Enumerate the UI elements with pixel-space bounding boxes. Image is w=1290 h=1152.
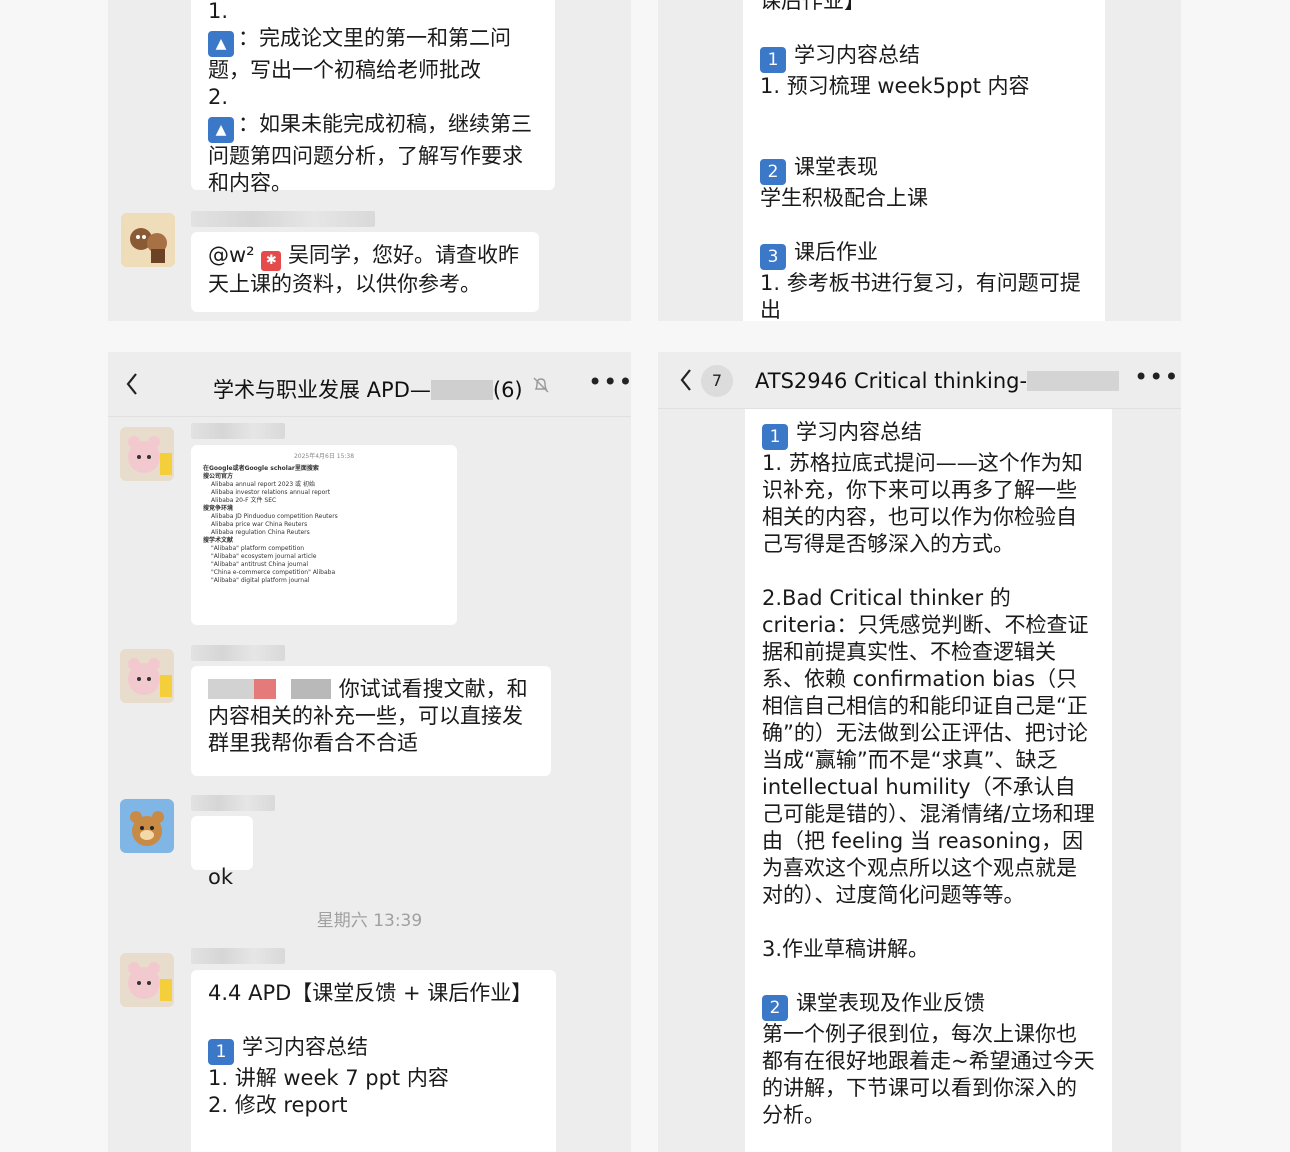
avatar[interactable]: [120, 649, 174, 703]
doc-date: 2025年4月6日 15:38: [293, 453, 355, 460]
unread-count-badge: 7: [701, 365, 733, 397]
assignment-line-1: ▲ ：完成论文里的第一和第二问题，写出一个初稿给老师批改: [208, 26, 511, 82]
doc-item: Alibaba JD Pinduoduo competition Reuters: [211, 513, 338, 520]
title-redacted: [430, 380, 493, 400]
paragraph-criteria: 2.Bad Critical thinker 的 criteria：只凭感觉判断…: [762, 586, 1095, 907]
doc-section-1: 搜公司官方: [203, 473, 234, 480]
doc-item: Alibaba investor relations annual report: [211, 489, 331, 496]
section-2-body: 学生积极配合上课: [760, 186, 928, 210]
keycap-2-icon: 2: [762, 995, 788, 1021]
section-1-title: 1 学习内容总结: [762, 419, 1095, 450]
doc-item: Alibaba annual report 2023 或 初始: [211, 481, 315, 488]
bottom-left-chat-panel: 学术与职业发展 APD— (6) ••• 2025年4月6日 15:38 在Goo…: [108, 352, 631, 1152]
keycap-2-icon: 2: [760, 159, 786, 185]
back-chevron-icon[interactable]: [124, 370, 140, 402]
section-1-title: 1 学习内容总结: [760, 42, 1088, 73]
avatar[interactable]: [120, 799, 174, 853]
sender-name-redacted: [191, 948, 285, 964]
doc-section-2: 搜竞争环境: [203, 505, 234, 512]
back-chevron-icon[interactable]: [678, 366, 694, 398]
section-1-line-2: 2. 修改 report: [208, 1093, 348, 1117]
mention-redacted-red: [254, 679, 276, 699]
more-options-icon[interactable]: •••: [588, 368, 631, 396]
mention-redacted: [208, 679, 254, 699]
more-options-icon[interactable]: •••: [1134, 363, 1179, 391]
feedback-head: 4.4 APD【课堂反馈 + 课后作业】: [208, 981, 533, 1005]
section-2-title: 2 课堂表现及作业反馈: [762, 990, 1095, 1021]
document-image[interactable]: 2025年4月6日 15:38 在Google或者Google scholar里…: [191, 445, 457, 625]
keycap-3-icon: 3: [760, 244, 786, 270]
message-bubble-apd-feedback[interactable]: 4.4 APD【课堂反馈 + 课后作业】 1 学习内容总结 1. 讲解 week …: [191, 970, 556, 1152]
avatar-illustration: [120, 649, 174, 703]
section-1-body: 1. 预习梳理 week5ppt 内容: [760, 74, 1030, 98]
timestamp: 星期六 13:39: [316, 911, 423, 931]
section-1-title: 1 学习内容总结: [208, 1034, 539, 1065]
bottom-right-chat-panel: 7 ATS2946 Critical thinking- ••• 1 学习内容总结…: [658, 352, 1181, 1152]
section-2-body: 第一个例子很到位，每次上课你也都有在很好地跟着走~希望通过今天的讲解，下节课可以…: [762, 1022, 1095, 1127]
keycap-1-icon: 1: [760, 47, 786, 73]
avatar-illustration: [121, 213, 175, 267]
message-bubble-critical-thinking[interactable]: 1 学习内容总结 1. 苏格拉底式提问——这个作为知识补充，你下来可以再多了解一些…: [745, 409, 1112, 1152]
paragraph-draft: 3.作业草稿讲解。: [762, 937, 930, 961]
mention-text: @w²: [208, 243, 255, 267]
feedback-head: 课后作业】: [760, 0, 865, 13]
doc-item: "China e-commerce competition" Alibaba: [211, 569, 336, 576]
chat-header: 学术与职业发展 APD— (6) •••: [108, 352, 631, 417]
top-right-chat-panel: 课后作业】 1 学习内容总结 1. 预习梳理 week5ppt 内容 2 课堂表现 …: [658, 0, 1181, 321]
section-3-title: 3 课后作业: [760, 239, 1088, 270]
avatar[interactable]: [120, 953, 174, 1007]
section-3-body: 1. 参考板书进行复习，有问题可提出: [760, 271, 1081, 321]
section-1-line-1: 1. 讲解 week 7 ppt 内容: [208, 1066, 449, 1090]
keycap-1-icon: 1: [762, 424, 788, 450]
assignment-line-2: ▲ ：如果未能完成初稿，继续第三问题第四问题分析，了解写作要求和内容。: [208, 112, 532, 195]
message-text: 吴同学，您好。请查收昨天上课的资料，以供你参考。: [208, 243, 519, 296]
mute-bell-icon: [532, 376, 550, 398]
section-1-body: 1. 苏格拉底式提问——这个作为知识补充，你下来可以再多了解一些相关的内容，也可…: [762, 451, 1083, 556]
avatar[interactable]: [121, 213, 175, 267]
message-bubble-feedback[interactable]: 课后作业】 1 学习内容总结 1. 预习梳理 week5ppt 内容 2 课堂表现 …: [743, 0, 1105, 321]
siren-icon: ✱: [261, 251, 282, 271]
line-number-2: 2.: [208, 85, 229, 109]
message-bubble-assignment[interactable]: 1. ▲ ：完成论文里的第一和第二问题，写出一个初稿给老师批改 2. ▲ ：如果未能…: [191, 0, 555, 195]
avatar-illustration: [120, 953, 174, 1007]
message-bubble-ok[interactable]: ok: [191, 816, 253, 889]
sender-name-redacted: [191, 423, 285, 439]
avatar-illustration: [120, 427, 174, 481]
message-bubble-suggestion[interactable]: 你试试看搜文献，和内容相关的补充一些，可以直接发群里我帮你看合不合适: [191, 666, 551, 776]
doc-item: Alibaba price war China Reuters: [211, 521, 308, 528]
doc-section-3: 搜学术文献: [203, 537, 234, 544]
message-bubble-materials[interactable]: @w² ✱ 吴同学，您好。请查收昨天上课的资料，以供你参考。: [191, 232, 539, 312]
message-text: ok: [208, 865, 234, 889]
doc-item: "Alibaba" platform competition: [211, 545, 305, 552]
section-2-title: 2 课堂表现: [760, 154, 1088, 185]
up-arrow-icon: ▲: [208, 31, 234, 57]
doc-item: "Alibaba" ecosystem journal article: [211, 553, 317, 560]
doc-item: Alibaba regulation China Reuters: [211, 529, 310, 536]
chat-title: ATS2946 Critical thinking-: [755, 369, 1120, 393]
member-count: (6): [492, 378, 523, 402]
doc-item: "Alibaba" digital platform journal: [211, 577, 310, 584]
avatar[interactable]: [120, 427, 174, 481]
mention-redacted: [290, 679, 331, 699]
doc-heading: 在Google或者Google scholar里面搜索: [203, 465, 319, 472]
line-number-1: 1.: [208, 0, 229, 23]
title-redacted: [1027, 371, 1120, 391]
up-arrow-icon: ▲: [208, 117, 234, 143]
keycap-1-icon: 1: [208, 1039, 234, 1065]
top-left-chat-panel: 1. ▲ ：完成论文里的第一和第二问题，写出一个初稿给老师批改 2. ▲ ：如果未能…: [108, 0, 631, 321]
sender-name-redacted: [191, 211, 375, 227]
avatar-illustration: [120, 799, 174, 853]
sender-name-redacted: [191, 795, 275, 811]
chat-header: 7 ATS2946 Critical thinking- •••: [658, 352, 1181, 409]
chat-title: 学术与职业发展 APD— (6): [213, 378, 523, 402]
doc-item: "Alibaba" antitrust China journal: [211, 561, 309, 568]
sender-name-redacted: [191, 645, 285, 661]
doc-item: Alibaba 20-F 文件 SEC: [211, 497, 277, 504]
